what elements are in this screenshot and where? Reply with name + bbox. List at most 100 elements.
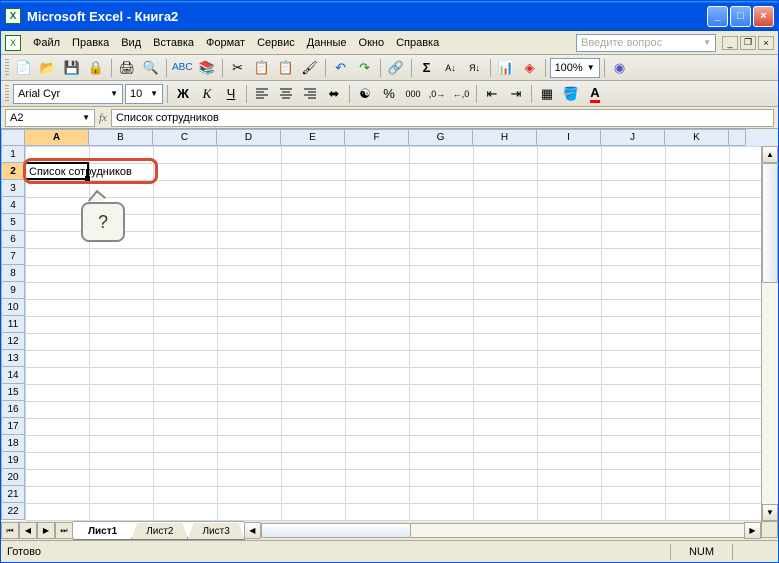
toolbar-grip[interactable] xyxy=(5,59,9,77)
sort-asc-button[interactable]: А↓ xyxy=(440,57,462,79)
sheet-tab-3[interactable]: Лист3 xyxy=(187,523,244,540)
fill-color-button[interactable]: 🪣 xyxy=(560,83,582,105)
align-center-button[interactable] xyxy=(275,83,297,105)
row-header-1[interactable]: 1 xyxy=(1,146,25,163)
row-header-16[interactable]: 16 xyxy=(1,401,25,418)
cut-button[interactable]: ✂ xyxy=(227,57,249,79)
col-header-B[interactable]: B xyxy=(89,129,153,146)
row-header-19[interactable]: 19 xyxy=(1,452,25,469)
help-button[interactable]: ◉ xyxy=(609,57,631,79)
cells-area[interactable]: Список сотрудников ? xyxy=(25,146,761,521)
row-header-7[interactable]: 7 xyxy=(1,248,25,265)
font-size-combo[interactable]: 10▼ xyxy=(125,84,163,104)
col-header-K[interactable]: K xyxy=(665,129,729,146)
print-preview-button[interactable]: 🔍 xyxy=(140,57,162,79)
row-header-21[interactable]: 21 xyxy=(1,486,25,503)
fx-button[interactable]: fx xyxy=(99,112,107,124)
mdi-minimize-button[interactable]: _ xyxy=(722,36,738,50)
autosum-button[interactable]: Σ xyxy=(416,57,438,79)
sheet-tab-2[interactable]: Лист2 xyxy=(131,523,188,540)
menu-format[interactable]: Формат xyxy=(200,35,251,51)
row-header-11[interactable]: 11 xyxy=(1,316,25,333)
menu-insert[interactable]: Вставка xyxy=(147,35,200,51)
zoom-combo[interactable]: 100%▼ xyxy=(550,58,600,78)
undo-button[interactable]: ↶ xyxy=(330,57,352,79)
menu-edit[interactable]: Правка xyxy=(66,35,115,51)
row-header-15[interactable]: 15 xyxy=(1,384,25,401)
window-maximize-button[interactable]: □ xyxy=(730,6,751,27)
row-header-13[interactable]: 13 xyxy=(1,350,25,367)
scroll-down-button[interactable]: ▼ xyxy=(762,504,778,521)
menu-help[interactable]: Справка xyxy=(390,35,445,51)
font-combo[interactable]: Arial Cyr▼ xyxy=(13,84,123,104)
row-header-18[interactable]: 18 xyxy=(1,435,25,452)
underline-button[interactable]: Ч xyxy=(220,83,242,105)
menu-window[interactable]: Окно xyxy=(353,35,391,51)
sort-desc-button[interactable]: Я↓ xyxy=(464,57,486,79)
mdi-close-button[interactable]: × xyxy=(758,36,774,50)
row-header-20[interactable]: 20 xyxy=(1,469,25,486)
scroll-thumb-vertical[interactable] xyxy=(762,163,778,283)
menu-file[interactable]: Файл xyxy=(27,35,66,51)
tab-nav-prev[interactable]: ◀ xyxy=(19,522,37,539)
decrease-decimal-button[interactable]: ←,0 xyxy=(450,83,472,105)
cell-A2[interactable]: Список сотрудников xyxy=(27,163,134,180)
mdi-restore-button[interactable]: ❐ xyxy=(740,36,756,50)
permission-button[interactable]: 🔒 xyxy=(85,57,107,79)
toolbar-grip[interactable] xyxy=(5,85,9,103)
new-button[interactable]: 📄 xyxy=(13,57,35,79)
row-header-6[interactable]: 6 xyxy=(1,231,25,248)
tab-nav-first[interactable]: ⏮ xyxy=(1,522,19,539)
name-box[interactable]: A2▼ xyxy=(5,109,95,127)
vertical-scrollbar[interactable]: ▲ ▼ xyxy=(761,146,778,521)
menu-view[interactable]: Вид xyxy=(115,35,147,51)
bold-button[interactable]: Ж xyxy=(172,83,194,105)
col-header-I[interactable]: I xyxy=(537,129,601,146)
row-header-3[interactable]: 3 xyxy=(1,180,25,197)
row-header-10[interactable]: 10 xyxy=(1,299,25,316)
menu-data[interactable]: Данные xyxy=(301,35,353,51)
window-minimize-button[interactable]: _ xyxy=(707,6,728,27)
row-header-12[interactable]: 12 xyxy=(1,333,25,350)
select-all-corner[interactable] xyxy=(1,129,25,146)
percent-button[interactable]: % xyxy=(378,83,400,105)
redo-button[interactable]: ↷ xyxy=(354,57,376,79)
scroll-thumb-horizontal[interactable] xyxy=(261,523,411,538)
horizontal-scrollbar[interactable]: ◀ ▶ xyxy=(244,521,761,540)
window-close-button[interactable]: × xyxy=(753,6,774,27)
scroll-right-button[interactable]: ▶ xyxy=(744,522,761,539)
row-header-8[interactable]: 8 xyxy=(1,265,25,282)
decrease-indent-button[interactable]: ⇤ xyxy=(481,83,503,105)
col-header-F[interactable]: F xyxy=(345,129,409,146)
align-left-button[interactable] xyxy=(251,83,273,105)
col-header-C[interactable]: C xyxy=(153,129,217,146)
increase-indent-button[interactable]: ⇥ xyxy=(505,83,527,105)
tab-nav-next[interactable]: ▶ xyxy=(37,522,55,539)
drawing-button[interactable]: ◈ xyxy=(519,57,541,79)
currency-button[interactable]: ☯ xyxy=(354,83,376,105)
col-header-G[interactable]: G xyxy=(409,129,473,146)
font-color-button[interactable]: A xyxy=(584,83,606,105)
row-header-2[interactable]: 2 xyxy=(1,163,25,180)
chart-wizard-button[interactable]: 📊 xyxy=(495,57,517,79)
row-header-14[interactable]: 14 xyxy=(1,367,25,384)
menu-tools[interactable]: Сервис xyxy=(251,35,301,51)
sheet-tab-1[interactable]: Лист1 xyxy=(73,523,132,540)
col-header-A[interactable]: A xyxy=(25,129,89,146)
open-button[interactable]: 📂 xyxy=(37,57,59,79)
scroll-up-button[interactable]: ▲ xyxy=(762,146,778,163)
row-header-5[interactable]: 5 xyxy=(1,214,25,231)
italic-button[interactable]: К xyxy=(196,83,218,105)
save-button[interactable]: 💾 xyxy=(61,57,83,79)
spelling-button[interactable]: ABC xyxy=(171,57,194,79)
merge-center-button[interactable]: ⬌ xyxy=(323,83,345,105)
row-header-17[interactable]: 17 xyxy=(1,418,25,435)
help-search-input[interactable]: Введите вопрос ▼ xyxy=(576,34,716,52)
format-painter-button[interactable]: 🖌 xyxy=(299,57,321,79)
row-header-22[interactable]: 22 xyxy=(1,503,25,520)
scroll-left-button[interactable]: ◀ xyxy=(244,522,261,539)
borders-button[interactable]: ▦ xyxy=(536,83,558,105)
copy-button[interactable]: 📋 xyxy=(251,57,273,79)
increase-decimal-button[interactable]: ,0→ xyxy=(426,83,448,105)
col-header-J[interactable]: J xyxy=(601,129,665,146)
